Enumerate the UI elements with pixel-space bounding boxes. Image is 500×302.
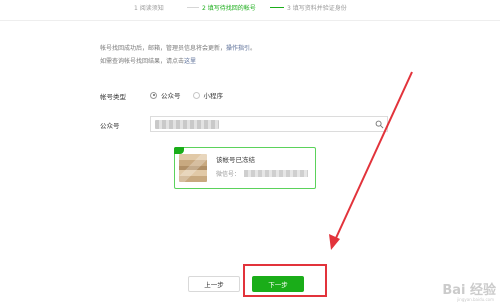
- account-label: 公众号: [100, 122, 120, 130]
- selected-badge-icon: [174, 147, 184, 154]
- avatar: [179, 154, 207, 182]
- wechat-id-row: 微信号：: [216, 169, 309, 178]
- step-read-notice: 1 阅读须知: [134, 5, 164, 12]
- wechat-id-obscured: [244, 170, 309, 177]
- radio-checked-icon[interactable]: [150, 91, 157, 99]
- progress-stepper: 1 阅读须知 2 填写待找回的帐号 3 填写资料并验证身份: [0, 0, 500, 20]
- radio-mini-program-label: 小程序: [203, 92, 224, 100]
- step-verify-identity: 3 填写资料并验证身份: [287, 5, 347, 12]
- notice-line1-end: 。: [250, 45, 257, 52]
- notice-line2: 如需查询帐号找回结果，请点击: [100, 58, 185, 65]
- step-connector-active: [270, 7, 284, 8]
- watermark-logo: Bai 经验: [442, 283, 496, 298]
- radio-unchecked-icon[interactable]: [192, 91, 200, 99]
- radio-official-account-label: 公众号: [161, 92, 181, 100]
- next-button[interactable]: 下一步: [252, 276, 304, 292]
- account-type-label: 帐号类型: [100, 93, 126, 101]
- search-icon[interactable]: [375, 120, 384, 129]
- account-search-input[interactable]: [150, 116, 388, 132]
- watermark-url: jingyan.baidu.com: [457, 297, 494, 302]
- previous-button[interactable]: 上一步: [188, 276, 240, 292]
- account-result-card[interactable]: 该帐号已冻结 微信号：: [174, 147, 316, 189]
- header-divider: [0, 20, 500, 21]
- radio-mini-program[interactable]: 小程序: [192, 90, 224, 100]
- account-type-radio-group: 公众号 小程序: [150, 88, 235, 102]
- wechat-id-label: 微信号：: [216, 171, 241, 178]
- guide-link[interactable]: 操作指引: [226, 45, 250, 52]
- query-link[interactable]: 这里: [184, 58, 196, 65]
- step-fill-account: 2 填写待找回的帐号: [202, 5, 256, 12]
- account-status-title: 该帐号已冻结: [216, 156, 255, 164]
- step-connector: [187, 7, 199, 8]
- notice-line1: 帐号找回成功后，邮箱，管理员信息将会更新，: [100, 45, 227, 52]
- notice-text: 帐号找回成功后，邮箱，管理员信息将会更新，操作指引。 如需查询帐号找回结果，请点…: [100, 42, 360, 68]
- account-value-obscured: [155, 120, 219, 129]
- radio-official-account[interactable]: 公众号: [150, 90, 181, 100]
